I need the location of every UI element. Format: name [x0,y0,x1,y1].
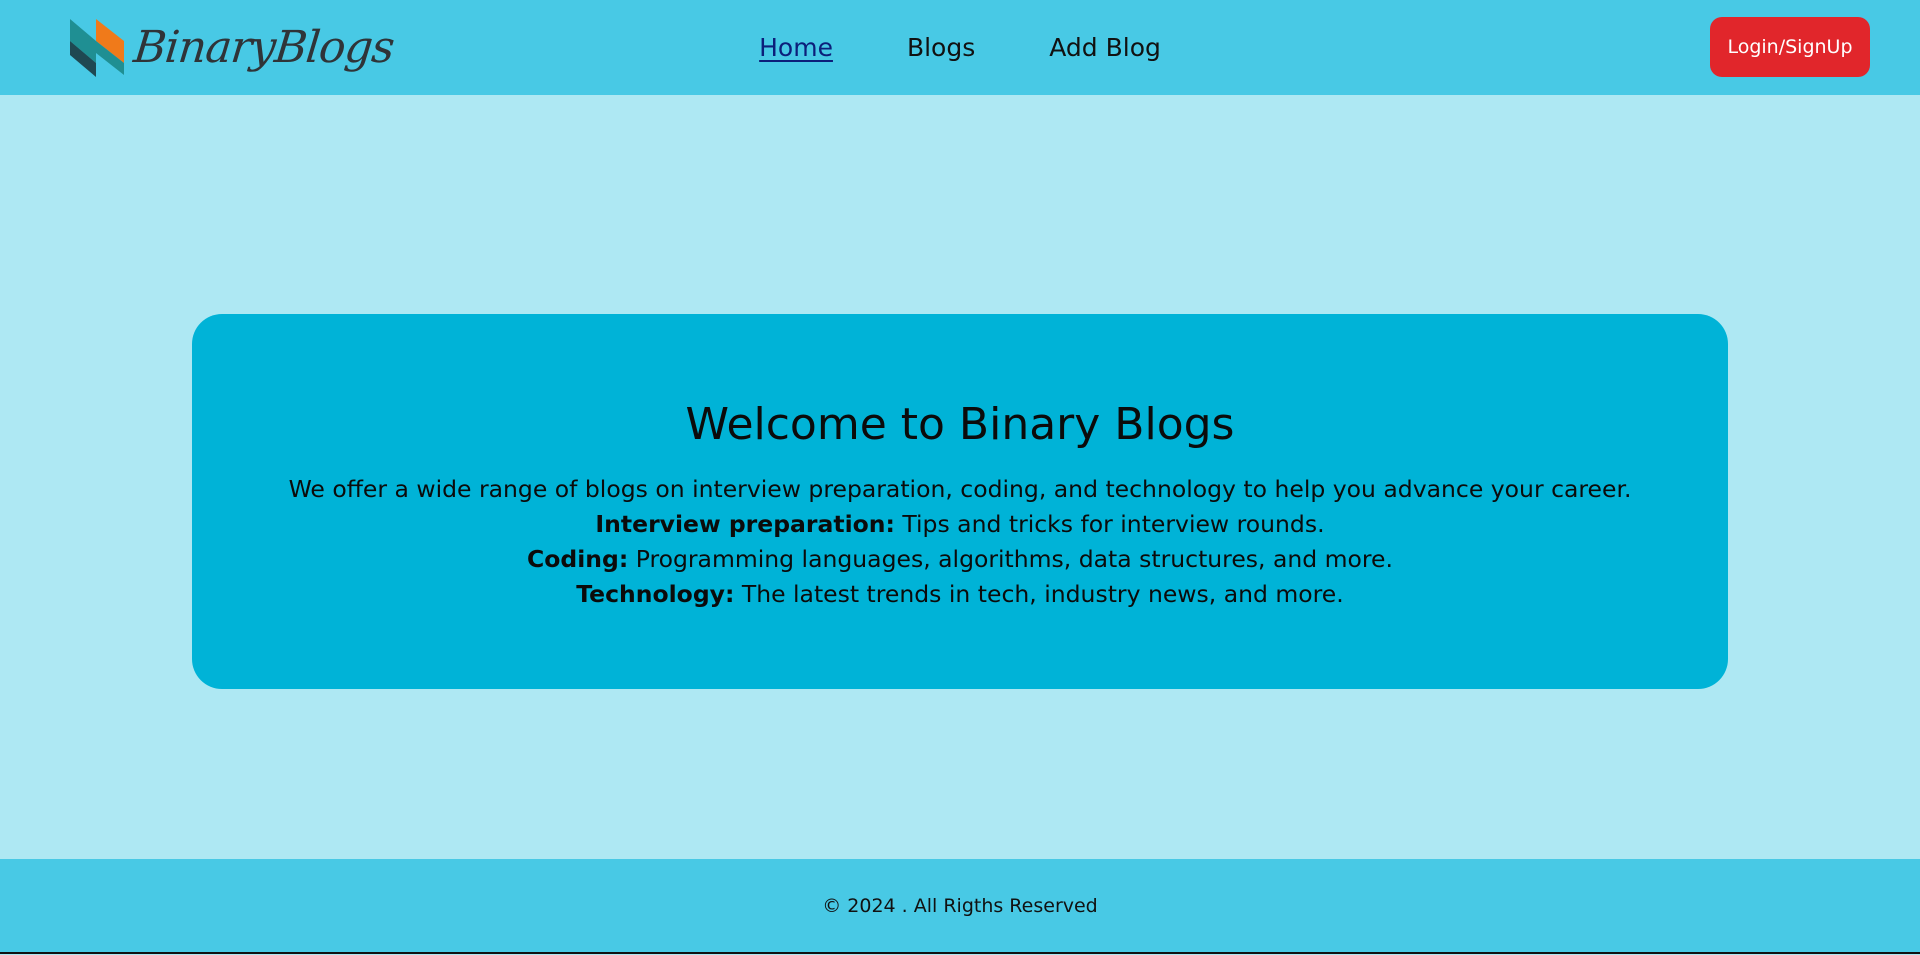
topic-term-technology: Technology: [576,580,735,608]
topic-term-interview: Interview preparation: [595,510,895,538]
nav-home[interactable]: Home [759,33,833,62]
welcome-title: Welcome to Binary Blogs [685,399,1235,450]
copyright-text: © 2024 . All Rigths Reserved [822,894,1098,917]
welcome-intro: We offer a wide range of blogs on interv… [288,475,1632,503]
topic-desc-interview: Tips and tricks for interview rounds. [894,510,1325,538]
login-signup-button[interactable]: Login/SignUp [1710,17,1870,77]
topic-desc-coding: Programming languages, algorithms, data … [628,545,1393,573]
site-logo[interactable]: BinaryBlogs [66,14,397,80]
binary-blogs-logo-icon [70,19,124,77]
logo-wordmark: BinaryBlogs [131,21,397,73]
welcome-description: We offer a wide range of blogs on interv… [289,472,1632,612]
nav-add-blog[interactable]: Add Blog [1049,33,1161,62]
welcome-card: Welcome to Binary Blogs We offer a wide … [192,314,1728,689]
site-footer: © 2024 . All Rigths Reserved [0,859,1920,954]
nav-blogs[interactable]: Blogs [907,33,975,62]
topic-term-coding: Coding: [527,545,629,573]
topic-desc-technology: The latest trends in tech, industry news… [734,580,1344,608]
site-header: BinaryBlogs Home Blogs Add Blog Login/Si… [0,0,1920,95]
